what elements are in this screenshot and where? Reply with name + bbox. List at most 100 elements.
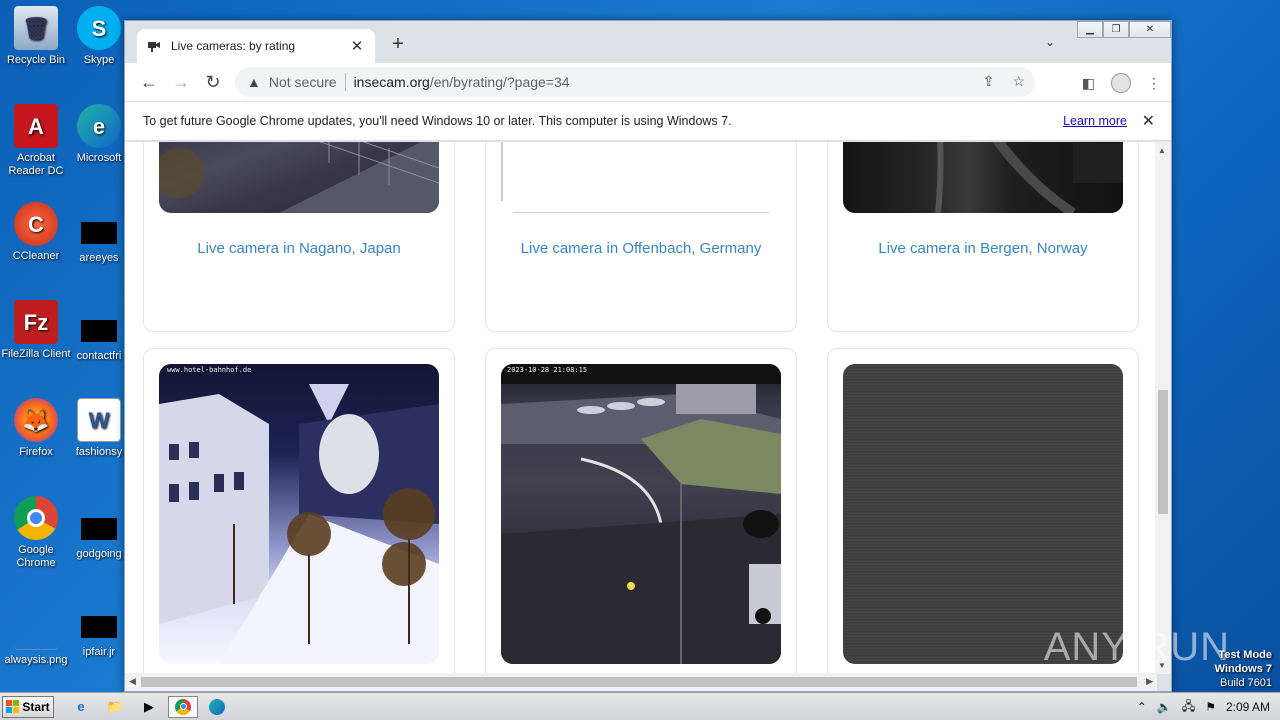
- share-icon[interactable]: ⇪: [983, 73, 995, 90]
- camera-thumbnail[interactable]: [501, 142, 781, 213]
- camera-card[interactable]: www.hotel-bahnhof.de: [143, 348, 455, 674]
- desktop-icon-ipfair[interactable]: ipfair.jr: [74, 606, 124, 659]
- bookmark-star-icon[interactable]: ☆: [1012, 73, 1025, 90]
- media-player-taskbar-icon[interactable]: ▶: [134, 696, 164, 718]
- tray-expand-icon[interactable]: ⌃: [1137, 700, 1147, 714]
- acrobat-icon: A: [14, 104, 58, 148]
- tab-close-icon[interactable]: ✕: [349, 37, 365, 55]
- camera-card[interactable]: Live camera in Nagano, Japan: [143, 142, 455, 332]
- new-tab-button[interactable]: +: [387, 33, 409, 56]
- file-icon: [81, 222, 117, 244]
- learn-more-link[interactable]: Learn more: [1063, 114, 1127, 128]
- camera-caption-link[interactable]: Live camera in Nagano, Japan: [144, 240, 454, 257]
- address-bar[interactable]: ▲ Not secure insecam.org /en/byrating/?p…: [235, 67, 1035, 97]
- edge-taskbar-icon[interactable]: [202, 696, 232, 718]
- desktop-icon-firefox[interactable]: 🦊 Firefox: [0, 398, 72, 459]
- camera-thumbnail[interactable]: [843, 364, 1123, 664]
- filezilla-icon: Fz: [14, 300, 58, 344]
- desktop-icon-label: areeyes: [79, 252, 119, 264]
- desktop-icon-label: Acrobat Reader DC: [8, 152, 64, 177]
- profile-avatar-icon[interactable]: [1111, 73, 1131, 93]
- desktop-icon-godgoing[interactable]: godgoing: [74, 508, 124, 561]
- tab-active[interactable]: Live cameras: by rating ✕: [137, 29, 375, 63]
- desktop-icon-contactfri[interactable]: contactfri: [74, 310, 124, 363]
- camera-thumbnail[interactable]: 2023-10-28 21:08:15: [501, 364, 781, 664]
- camera-card[interactable]: 2023-10-28 21:08:15: [485, 348, 797, 674]
- minimize-button[interactable]: ▁: [1077, 21, 1103, 38]
- desktop-icon-edge[interactable]: e Microsoft: [74, 104, 124, 165]
- scroll-up-icon[interactable]: ▲: [1158, 146, 1166, 155]
- system-tray: ⌃ 🔈 🖧 ⚑ 2:09 AM: [1137, 693, 1280, 720]
- desktop-icon-label: Microsoft: [76, 152, 122, 164]
- file-icon: [81, 518, 117, 540]
- horizontal-scroll-thumb[interactable]: [141, 677, 1137, 687]
- file-icon: [81, 320, 117, 342]
- camera-thumbnail[interactable]: [843, 142, 1123, 213]
- skype-icon: S: [77, 6, 121, 50]
- desktop-icon-label: Recycle Bin: [6, 54, 66, 66]
- desktop-icon-acrobat[interactable]: A Acrobat Reader DC: [0, 104, 72, 178]
- image-file-icon: [14, 620, 58, 650]
- side-panel-icon[interactable]: ◧: [1082, 75, 1095, 92]
- desktop-icon-label: fashionsy: [75, 446, 123, 458]
- chrome-taskbar-icon[interactable]: [168, 695, 198, 718]
- vertical-scroll-thumb[interactable]: [1158, 390, 1168, 514]
- ie-taskbar-icon[interactable]: e: [66, 696, 96, 718]
- close-window-button[interactable]: ✕: [1129, 21, 1171, 38]
- desktop-icon-ccleaner[interactable]: C CCleaner: [0, 202, 72, 263]
- desktop-icon-areeyes[interactable]: areeyes: [74, 212, 124, 265]
- scroll-right-icon[interactable]: ▶: [1146, 676, 1153, 687]
- word-document-icon: W: [77, 398, 121, 442]
- desktop-icon-label: FileZilla Client: [1, 348, 71, 360]
- desktop-icon-filezilla[interactable]: Fz FileZilla Client: [0, 300, 72, 361]
- camera-caption-link[interactable]: Live camera in Bergen, Norway: [828, 240, 1138, 257]
- browser-toolbar: ← → ↻ ▲ Not secure insecam.org /en/byrat…: [125, 63, 1171, 101]
- infobar-close-icon[interactable]: ✕: [1142, 111, 1155, 131]
- camera-overlay-text: 2023-10-28 21:08:15: [507, 366, 588, 374]
- vertical-scrollbar[interactable]: ▲ ▼: [1155, 142, 1171, 674]
- network-icon[interactable]: 🖧: [1182, 697, 1195, 718]
- scroll-left-icon[interactable]: ◀: [129, 676, 136, 687]
- recycle-bin-icon: 🗑: [14, 6, 58, 50]
- tab-title: Live cameras: by rating: [171, 39, 296, 53]
- explorer-taskbar-icon[interactable]: 📁: [100, 696, 130, 718]
- desktop-icon-recycle-bin[interactable]: 🗑 Recycle Bin: [0, 6, 72, 67]
- forward-button[interactable]: →: [165, 72, 197, 93]
- start-button[interactable]: Start: [2, 695, 54, 718]
- restore-button[interactable]: ❐: [1103, 21, 1129, 38]
- desktop-icon-skype[interactable]: S Skype: [74, 6, 124, 67]
- menu-kebab-icon[interactable]: ⋮: [1147, 75, 1161, 92]
- windows-logo-icon: [6, 700, 20, 713]
- chrome-icon: [14, 496, 58, 540]
- horizontal-scrollbar[interactable]: ◀ ▶: [125, 673, 1157, 691]
- volume-icon[interactable]: 🔈: [1157, 700, 1172, 714]
- camera-card[interactable]: Live camera in Offenbach, Germany: [485, 142, 797, 332]
- start-label: Start: [22, 699, 50, 714]
- watermark-line: Build 7601: [1220, 677, 1272, 689]
- tab-search-chevron-icon[interactable]: ⌄: [1045, 35, 1055, 49]
- url-host: insecam.org: [353, 74, 430, 90]
- desktop-icon-label: alwaysis.png: [4, 654, 68, 666]
- watermark-line: Test Mode: [1218, 649, 1272, 661]
- chrome-window: Live cameras: by rating ✕ + ⌄ ▁ ❐ ✕ ← → …: [124, 20, 1172, 692]
- warning-icon[interactable]: ▲: [247, 74, 261, 90]
- divider: [344, 73, 346, 91]
- clock[interactable]: 2:09 AM: [1226, 700, 1270, 714]
- camera-card[interactable]: Live camera in Bergen, Norway: [827, 142, 1139, 332]
- anyrun-watermark: ANY RUN: [1043, 625, 1230, 669]
- url-path: /en/byrating/?page=34: [429, 74, 570, 90]
- desktop-icon-fashionsy[interactable]: W fashionsy: [74, 398, 124, 459]
- desktop-icon-label: Google Chrome: [16, 544, 56, 569]
- back-button[interactable]: ←: [133, 72, 165, 93]
- window-controls: ▁ ❐ ✕: [1077, 21, 1171, 38]
- camera-thumbnail[interactable]: www.hotel-bahnhof.de: [159, 364, 439, 664]
- action-center-flag-icon[interactable]: ⚑: [1205, 700, 1216, 714]
- desktop-icon-alwaysis[interactable]: alwaysis.png: [0, 606, 72, 667]
- camera-favicon-icon: [147, 39, 161, 53]
- security-status[interactable]: Not secure: [269, 74, 337, 90]
- tab-strip: Live cameras: by rating ✕ + ⌄ ▁ ❐ ✕: [125, 21, 1171, 63]
- reload-button[interactable]: ↻: [197, 72, 229, 93]
- camera-thumbnail[interactable]: [159, 142, 439, 213]
- camera-caption-link[interactable]: Live camera in Offenbach, Germany: [486, 240, 796, 257]
- desktop-icon-chrome[interactable]: Google Chrome: [0, 496, 72, 570]
